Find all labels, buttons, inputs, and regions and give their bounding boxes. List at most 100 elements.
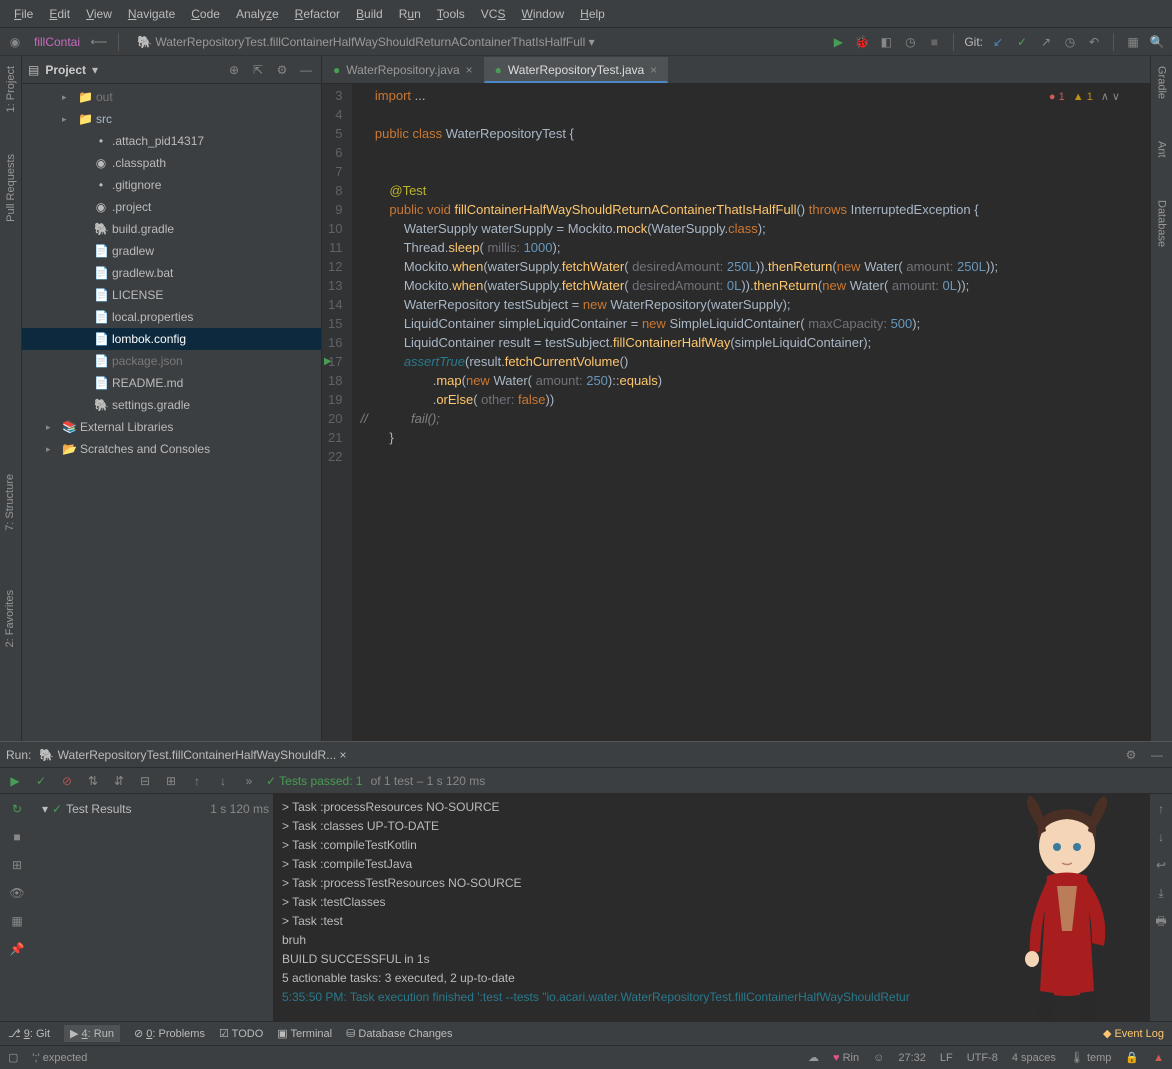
menu-file[interactable]: File xyxy=(6,3,41,25)
editor-tab[interactable]: ●WaterRepositoryTest.java× xyxy=(484,57,669,83)
down2-icon[interactable]: ↓ xyxy=(1152,828,1170,846)
status-temp[interactable]: 🌡 temp xyxy=(1070,1051,1112,1064)
status-indent[interactable]: 4 spaces xyxy=(1012,1052,1056,1064)
tool-structure[interactable]: 7: Structure xyxy=(4,474,16,531)
menu-view[interactable]: View xyxy=(78,3,120,25)
locate-icon[interactable]: ⊕ xyxy=(225,61,243,79)
toggle-pass-icon[interactable]: ✓ xyxy=(32,772,50,790)
scroll-icon[interactable]: ⤓ xyxy=(1152,884,1170,902)
collapse2-icon[interactable]: ⊞ xyxy=(162,772,180,790)
coverage-button[interactable]: ◧ xyxy=(877,33,895,51)
layout-icon[interactable]: ⊞ xyxy=(8,856,26,874)
tool-todo[interactable]: ☑ TODO xyxy=(219,1027,263,1040)
event-log[interactable]: ◆ Event Log xyxy=(1103,1027,1164,1040)
run-console[interactable]: > Task :processResources NO-SOURCE> Task… xyxy=(274,794,1172,1021)
run-config-path[interactable]: 🐘 WaterRepositoryTest.fillContainerHalfW… xyxy=(129,35,823,49)
tree-item[interactable]: ▸📁src xyxy=(22,108,321,130)
settings-icon[interactable]: ⚙ xyxy=(273,61,291,79)
menu-refactor[interactable]: Refactor xyxy=(287,3,348,25)
run-button[interactable]: ▶ xyxy=(829,33,847,51)
menu-help[interactable]: Help xyxy=(572,3,613,25)
tree-item[interactable]: 📄lombok.config xyxy=(22,328,321,350)
tool-project[interactable]: 1: Project xyxy=(5,60,17,118)
project-tree[interactable]: ▸📁out▸📁src•.attach_pid14317◉.classpath•.… xyxy=(22,84,321,741)
hide-icon[interactable]: — xyxy=(297,61,315,79)
tool-db-changes[interactable]: ⛁ Database Changes xyxy=(346,1027,452,1040)
run-tab[interactable]: 🐘 WaterRepositoryTest.fillContainerHalfW… xyxy=(39,748,346,762)
tree-item[interactable]: 📄package.json xyxy=(22,350,321,372)
menu-window[interactable]: Window xyxy=(513,3,572,25)
tool-gradle[interactable]: Gradle xyxy=(1156,60,1168,105)
tree-item[interactable]: •.attach_pid14317 xyxy=(22,130,321,152)
print-icon[interactable]: 🖶 xyxy=(1152,912,1170,930)
status-user[interactable]: ♥ Rin xyxy=(833,1052,859,1064)
editor-content[interactable]: import ... public class WaterRepositoryT… xyxy=(352,84,1150,741)
git-revert-icon[interactable]: ↶ xyxy=(1085,33,1103,51)
sort2-icon[interactable]: ⇵ xyxy=(110,772,128,790)
tree-item[interactable]: 📄gradlew.bat xyxy=(22,262,321,284)
search-everywhere-icon[interactable]: 🔍 xyxy=(1148,33,1166,51)
menu-analyze[interactable]: Analyze xyxy=(228,3,287,25)
menu-vcs[interactable]: VCS xyxy=(473,3,514,25)
code-editor[interactable]: ● 1 ▲ 1 ∧ ∨ 345678910111213141516▶171819… xyxy=(322,84,1150,741)
menu-navigate[interactable]: Navigate xyxy=(120,3,183,25)
tool-pull-requests[interactable]: Pull Requests xyxy=(5,148,17,228)
toggle-ignore-icon[interactable]: ⊘ xyxy=(58,772,76,790)
project-view-icon[interactable]: ▤ xyxy=(28,63,39,77)
project-title[interactable]: Project xyxy=(45,63,86,77)
tree-item[interactable]: ▸📚External Libraries xyxy=(22,416,321,438)
sort-icon[interactable]: ⇅ xyxy=(84,772,102,790)
tool-database[interactable]: Database xyxy=(1156,194,1168,253)
menu-edit[interactable]: Edit xyxy=(41,3,78,25)
wrap-icon[interactable]: ↩ xyxy=(1152,856,1170,874)
run-config-selector[interactable]: fillContai xyxy=(30,35,84,49)
collapse-icon[interactable]: ⇱ xyxy=(249,61,267,79)
tree-item[interactable]: ◉.classpath xyxy=(22,152,321,174)
menu-build[interactable]: Build xyxy=(348,3,391,25)
tree-item[interactable]: ▸📂Scratches and Consoles xyxy=(22,438,321,460)
profile-button[interactable]: ◷ xyxy=(901,33,919,51)
menu-code[interactable]: Code xyxy=(183,3,228,25)
editor-tab[interactable]: ●WaterRepository.java× xyxy=(322,57,484,83)
pin-icon[interactable]: 📌 xyxy=(8,940,26,958)
tree-item[interactable]: •.gitignore xyxy=(22,174,321,196)
tool-favorites[interactable]: 2: Favorites xyxy=(4,590,16,647)
tree-item[interactable]: ◉.project xyxy=(22,196,321,218)
stop-button[interactable]: ■ xyxy=(925,33,943,51)
expand-icon[interactable]: ⊟ xyxy=(136,772,154,790)
up2-icon[interactable]: ↑ xyxy=(1152,800,1170,818)
git-clock-icon[interactable]: ◷ xyxy=(1061,33,1079,51)
stop2-icon[interactable]: ■ xyxy=(8,828,26,846)
status-face-icon[interactable]: ☺ xyxy=(873,1052,884,1064)
status-line-ending[interactable]: LF xyxy=(940,1052,953,1064)
debug-button[interactable]: 🐞 xyxy=(853,33,871,51)
rerun2-icon[interactable]: ↻ xyxy=(8,800,26,818)
nav-back-icon[interactable]: ⟵ xyxy=(90,33,108,51)
tree-item[interactable]: 📄LICENSE xyxy=(22,284,321,306)
status-encoding[interactable]: UTF-8 xyxy=(967,1052,998,1064)
grid-icon[interactable]: ▦ xyxy=(8,912,26,930)
tree-item[interactable]: 🐘settings.gradle xyxy=(22,394,321,416)
more-icon[interactable]: » xyxy=(240,772,258,790)
rerun-icon[interactable]: ▶ xyxy=(6,772,24,790)
tree-item[interactable]: 📄local.properties xyxy=(22,306,321,328)
tool-terminal[interactable]: ▣ Terminal xyxy=(277,1027,332,1040)
inspection-indicator[interactable]: ● 1 ▲ 1 ∧ ∨ xyxy=(1049,88,1120,107)
test-tree[interactable]: ▾ ✓ Test Results 1 s 120 ms xyxy=(34,794,274,1021)
tree-item[interactable]: 🐘build.gradle xyxy=(22,218,321,240)
tree-item[interactable]: 📄README.md xyxy=(22,372,321,394)
tree-item[interactable]: 📄gradlew xyxy=(22,240,321,262)
menu-run[interactable]: Run xyxy=(391,3,429,25)
tool-ant[interactable]: Ant xyxy=(1156,135,1168,164)
run-settings-icon[interactable]: ⚙ xyxy=(1122,746,1140,764)
status-warn-icon[interactable]: ▲ xyxy=(1153,1052,1164,1064)
git-commit-icon[interactable]: ✓ xyxy=(1013,33,1031,51)
eye-icon[interactable]: 👁 xyxy=(8,884,26,902)
menu-tools[interactable]: Tools xyxy=(429,3,473,25)
status-cloud-icon[interactable]: ☁ xyxy=(808,1051,819,1064)
run-hide-icon[interactable]: — xyxy=(1148,746,1166,764)
tool-git[interactable]: ⎇ 9: Git xyxy=(8,1027,50,1040)
status-lock-icon[interactable]: 🔒 xyxy=(1125,1051,1139,1064)
status-position[interactable]: 27:32 xyxy=(898,1052,926,1064)
status-icon[interactable]: ▢ xyxy=(8,1051,18,1064)
